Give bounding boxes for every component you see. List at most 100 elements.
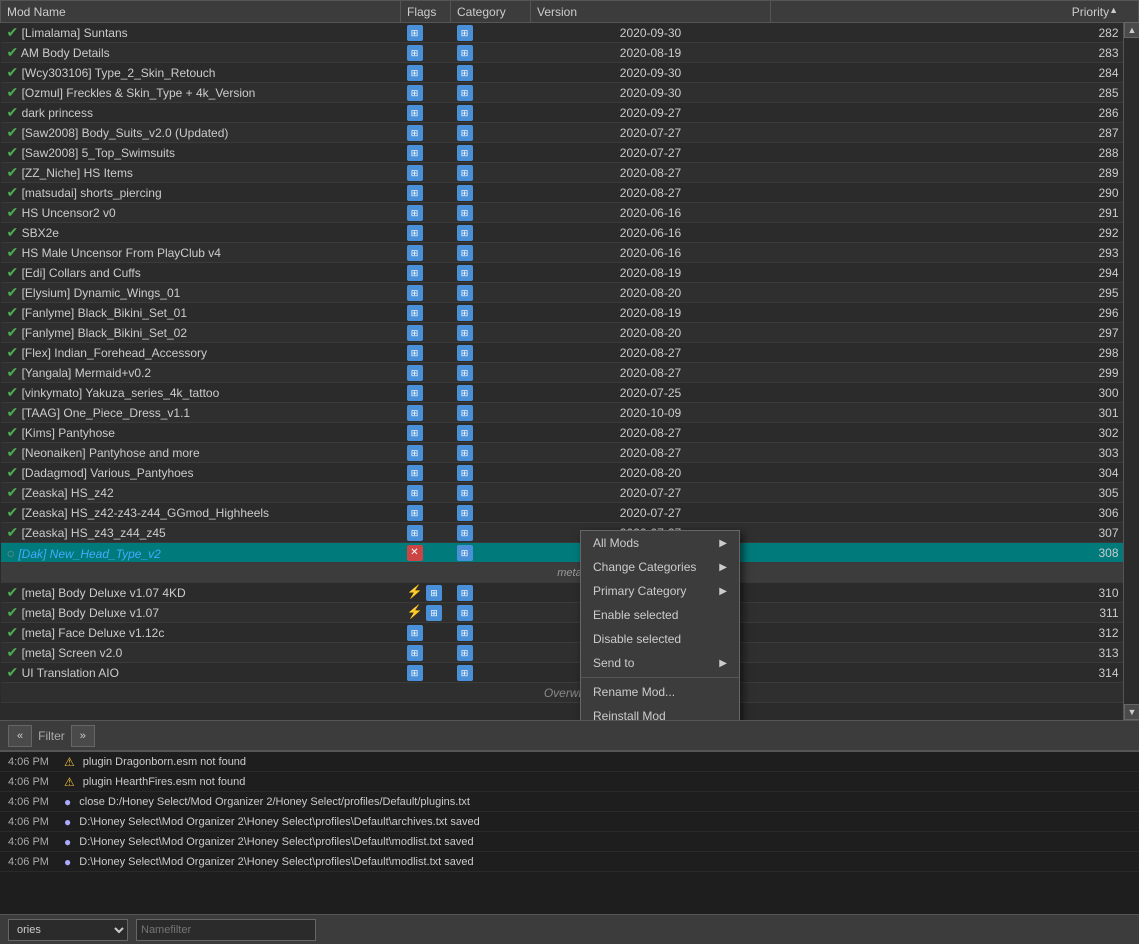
log-text: D:\Honey Select\Mod Organizer 2\Honey Se… [79, 856, 473, 868]
mod-name-cell: ✔ HS Uncensor2 v0 [1, 203, 401, 223]
context-menu-item-send-to[interactable]: Send to▶ [581, 651, 739, 675]
table-row[interactable]: ✔ HS Male Uncensor From PlayClub v4 ⊞ ⊞ … [1, 243, 1139, 263]
table-row[interactable]: ✔ [meta] Body Deluxe v1.07 ⚡ ⊞ ⊞ 2020-09… [1, 603, 1139, 623]
priority-cell: 290 [771, 183, 1139, 203]
table-row[interactable]: meta [1, 563, 1139, 583]
flags-cell: ⊞ [401, 123, 451, 143]
table-row[interactable]: ✔ UI Translation AIO ⊞ ⊞ 2020-05-28 314 [1, 663, 1139, 683]
context-menu-item-change-categories[interactable]: Change Categories▶ [581, 555, 739, 579]
col-header-version[interactable]: Version [531, 1, 771, 23]
log-entry: 4:06 PM ● close D:/Honey Select/Mod Orga… [0, 792, 1139, 812]
context-menu-item-reinstall-mod[interactable]: Reinstall Mod [581, 704, 739, 720]
col-header-category[interactable]: Category [451, 1, 531, 23]
flag-grid-icon: ⊞ [407, 165, 423, 181]
table-row[interactable]: ✔ [Limalama] Suntans ⊞ ⊞ 2020-09-30 282 [1, 23, 1139, 43]
table-row[interactable]: ✔ [Kims] Pantyhose ⊞ ⊞ 2020-08-27 302 [1, 423, 1139, 443]
category-cell: ⊞ [451, 43, 531, 63]
mod-name-cell: ✔ [Wcy303106] Type_2_Skin_Retouch [1, 63, 401, 83]
category-icon: ⊞ [457, 545, 473, 561]
flags-cell: ⊞ [401, 203, 451, 223]
log-text: D:\Honey Select\Mod Organizer 2\Honey Se… [79, 836, 473, 848]
category-grid-icon: ⊞ [457, 445, 473, 461]
table-row[interactable]: ✔ [Fanlyme] Black_Bikini_Set_01 ⊞ ⊞ 2020… [1, 303, 1139, 323]
scroll-down-btn[interactable]: ▼ [1124, 704, 1139, 720]
filter-label: Filter [38, 729, 65, 743]
table-row[interactable]: Overwrite [1, 683, 1139, 703]
context-menu-item-primary-category[interactable]: Primary Category▶ [581, 579, 739, 603]
table-row[interactable]: ✔ [vinkymato] Yakuza_series_4k_tattoo ⊞ … [1, 383, 1139, 403]
table-row[interactable]: ✔ [Wcy303106] Type_2_Skin_Retouch ⊞ ⊞ 20… [1, 63, 1139, 83]
flag-grid-icon: ⊞ [407, 405, 423, 421]
table-row[interactable]: ✔ [TAAG] One_Piece_Dress_v1.1 ⊞ ⊞ 2020-1… [1, 403, 1139, 423]
table-row[interactable]: ✔ [Fanlyme] Black_Bikini_Set_02 ⊞ ⊞ 2020… [1, 323, 1139, 343]
mod-name-cell: ✔ [Zeaska] HS_z43_z44_z45 [1, 523, 401, 543]
mod-name-cell: ✔ [Neonaiken] Pantyhose and more [1, 443, 401, 463]
context-menu-separator [581, 677, 739, 678]
mod-name-text: [Zeaska] HS_z43_z44_z45 [22, 526, 166, 540]
col-header-modname[interactable]: Mod Name [1, 1, 401, 23]
mod-name-cell: ✔ AM Body Details [1, 43, 401, 63]
flags-cell: ⊞ [401, 443, 451, 463]
table-row[interactable]: ✔ SBX2e ⊞ ⊞ 2020-06-16 292 [1, 223, 1139, 243]
table-row[interactable]: ✔ [Edi] Collars and Cuffs ⊞ ⊞ 2020-08-19… [1, 263, 1139, 283]
info-icon: ● [64, 815, 71, 829]
col-header-priority[interactable]: Priority ▲ [771, 1, 1139, 23]
enabled-check: ✔ [7, 364, 19, 380]
table-row[interactable]: ✔ [Yangala] Mermaid+v0.2 ⊞ ⊞ 2020-08-27 … [1, 363, 1139, 383]
table-row[interactable]: ✔ [meta] Face Deluxe v1.12c ⊞ ⊞ 312 [1, 623, 1139, 643]
priority-cell: 314 [771, 663, 1139, 683]
mod-name-cell: ✔ [Saw2008] 5_Top_Swimsuits [1, 143, 401, 163]
version-cell: 2020-06-16 [531, 203, 771, 223]
context-menu-item-enable-selected[interactable]: Enable selected [581, 603, 739, 627]
priority-cell: 284 [771, 63, 1139, 83]
scroll-up-btn[interactable]: ▲ [1124, 22, 1139, 38]
table-row[interactable]: ✔ AM Body Details ⊞ ⊞ 2020-08-19 283 [1, 43, 1139, 63]
version-cell: 2020-09-30 [531, 63, 771, 83]
log-time: 4:06 PM [8, 756, 56, 768]
table-row[interactable]: ✔ [meta] Body Deluxe v1.07 4KD ⚡ ⊞ ⊞ 202… [1, 583, 1139, 603]
col-header-flags[interactable]: Flags [401, 1, 451, 23]
category-cell: ⊞ [451, 183, 531, 203]
filter-bar: « Filter » [0, 720, 1139, 750]
table-row[interactable]: ✔ [Ozmul] Freckles & Skin_Type + 4k_Vers… [1, 83, 1139, 103]
table-row[interactable]: ✔ [Dadagmod] Various_Pantyhoes ⊞ ⊞ 2020-… [1, 463, 1139, 483]
context-menu-item-all-mods[interactable]: All Mods▶ [581, 531, 739, 555]
enabled-check: ✔ [7, 424, 19, 440]
table-row[interactable]: ✔ dark princess ⊞ ⊞ 2020-09-27 286 [1, 103, 1139, 123]
table-row[interactable]: ✔ [ZZ_Niche] HS Items ⊞ ⊞ 2020-08-27 289 [1, 163, 1139, 183]
table-row[interactable]: ✔ [Elysium] Dynamic_Wings_01 ⊞ ⊞ 2020-08… [1, 283, 1139, 303]
flag-grid-icon: ⊞ [407, 425, 423, 441]
categories-dropdown[interactable]: ories [8, 919, 128, 941]
table-row[interactable]: ✔ HS Uncensor2 v0 ⊞ ⊞ 2020-06-16 291 [1, 203, 1139, 223]
priority-cell: 285 [771, 83, 1139, 103]
filter-left-btn[interactable]: « [8, 725, 32, 747]
version-cell: 2020-08-20 [531, 323, 771, 343]
namefilter-input[interactable] [136, 919, 316, 941]
table-row[interactable]: ✔ [Saw2008] 5_Top_Swimsuits ⊞ ⊞ 2020-07-… [1, 143, 1139, 163]
priority-cell: 294 [771, 263, 1139, 283]
sort-up-icon[interactable]: ▲ [1109, 5, 1118, 15]
table-row[interactable]: ✔ [Flex] Indian_Forehead_Accessory ⊞ ⊞ 2… [1, 343, 1139, 363]
context-menu-item-disable-selected[interactable]: Disable selected [581, 627, 739, 651]
table-row[interactable]: ✔ [Saw2008] Body_Suits_v2.0 (Updated) ⊞ … [1, 123, 1139, 143]
table-row[interactable]: ✔ [meta] Screen v2.0 ⊞ ⊞ 2020-06-16 313 [1, 643, 1139, 663]
scroll-track[interactable] [1124, 38, 1139, 704]
category-grid-icon: ⊞ [457, 325, 473, 341]
table-row[interactable]: ✔ [Zeaska] HS_z42-z43-z44_GGmod_Highheel… [1, 503, 1139, 523]
mod-name-cell: ✔ [meta] Screen v2.0 [1, 643, 401, 663]
category-cell: ⊞ [451, 243, 531, 263]
table-row[interactable]: ✔ [Zeaska] HS_z42 ⊞ ⊞ 2020-07-27 305 [1, 483, 1139, 503]
table-row[interactable]: ○ [Dak] New_Head_Type_v2 ✕ ⊞ 2020-07-24 … [1, 543, 1139, 563]
flag-grid-icon: ⊞ [407, 125, 423, 141]
filter-right-btn[interactable]: » [71, 725, 95, 747]
table-row[interactable]: ✔ [matsudai] shorts_piercing ⊞ ⊞ 2020-08… [1, 183, 1139, 203]
context-menu-item-rename-mod-[interactable]: Rename Mod... [581, 680, 739, 704]
flags-cell: ⊞ [401, 643, 451, 663]
flags-cell: ⚡ ⊞ [401, 583, 451, 603]
log-text: plugin HearthFires.esm not found [83, 776, 246, 788]
table-row[interactable]: ✔ [Zeaska] HS_z43_z44_z45 ⊞ ⊞ 2020-07-27… [1, 523, 1139, 543]
table-row[interactable]: ✔ [Neonaiken] Pantyhose and more ⊞ ⊞ 202… [1, 443, 1139, 463]
flags-cell: ⊞ [401, 403, 451, 423]
priority-cell: 310 [771, 583, 1139, 603]
mod-name-cell: ✔ [Dadagmod] Various_Pantyhoes [1, 463, 401, 483]
